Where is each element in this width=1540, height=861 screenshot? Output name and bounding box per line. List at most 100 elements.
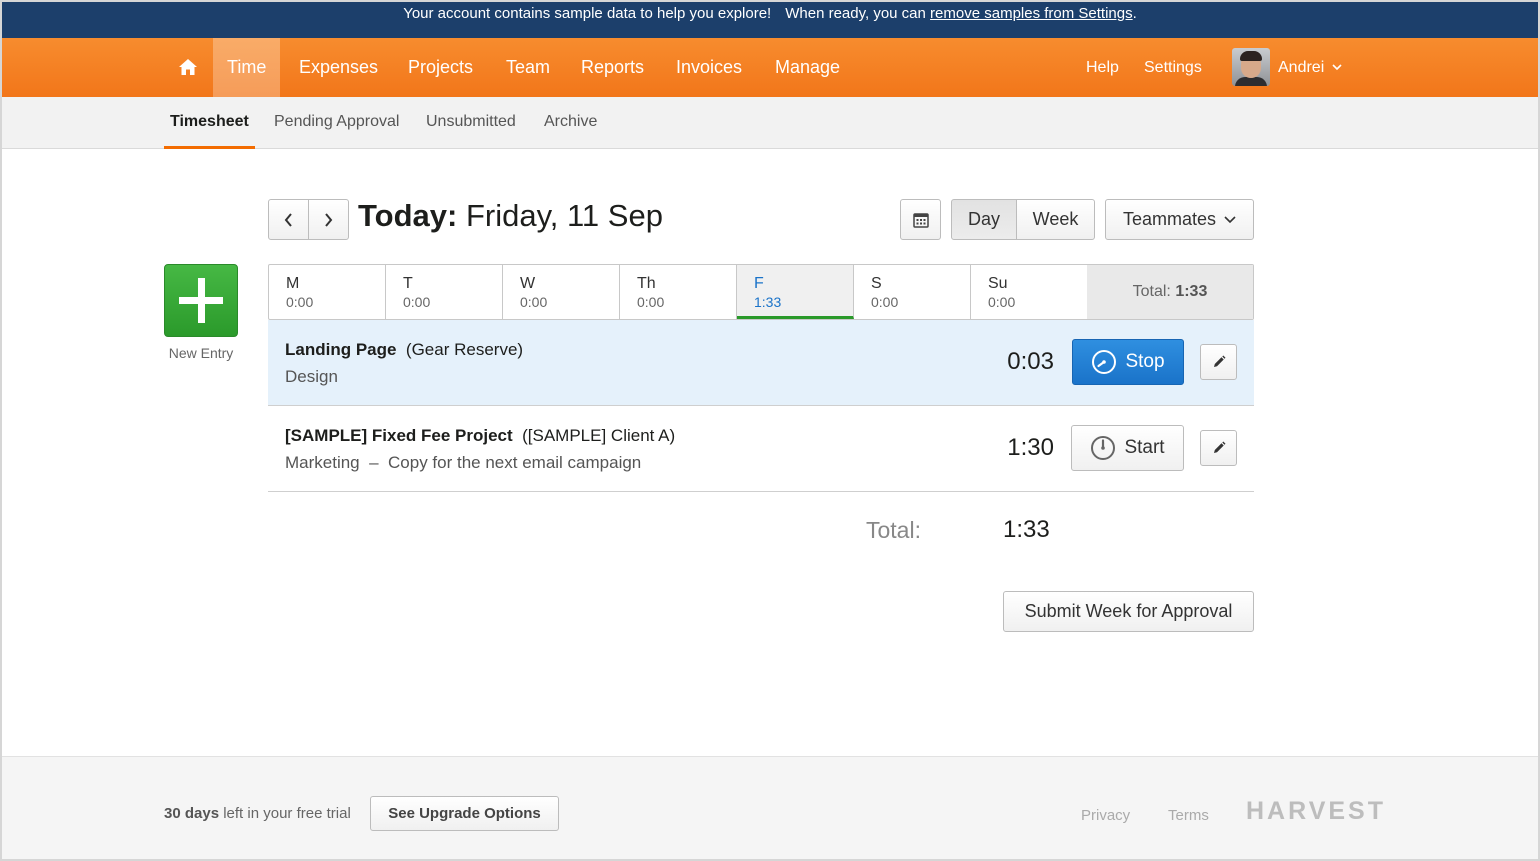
start-timer-button[interactable]: Start (1071, 425, 1184, 471)
page-title: Today: Friday, 11 Sep (358, 198, 663, 234)
view-week-button[interactable]: Week (1016, 199, 1095, 240)
day-total-label: Total: (866, 517, 921, 543)
submit-week-button[interactable]: Submit Week for Approval (1003, 591, 1254, 632)
user-menu[interactable]: Andrei (1278, 38, 1342, 97)
sample-data-banner: Your account contains sample data to hel… (2, 2, 1538, 38)
stop-timer-button[interactable]: Stop (1072, 339, 1184, 385)
nav-expenses[interactable]: Expenses (285, 38, 392, 97)
teammates-label: Teammates (1122, 209, 1217, 229)
task-separator: – (369, 453, 379, 472)
stop-label: Stop (1125, 351, 1165, 372)
next-day-button[interactable] (308, 199, 349, 240)
tab-unsubmitted[interactable]: Unsubmitted (426, 97, 516, 149)
day-name: T (403, 275, 413, 292)
week-bar: M 0:00 T 0:00 W 0:00 Th 0:00 F 1:33 S 0:… (268, 264, 1254, 320)
project-name: [SAMPLE] Fixed Fee Project (285, 426, 513, 445)
main-nav: Time Expenses Projects Team Reports Invo… (2, 38, 1538, 97)
day-time: 1:33 (754, 294, 782, 310)
pencil-icon (1213, 441, 1225, 453)
chevron-left-icon (284, 212, 292, 227)
nav-reports[interactable]: Reports (567, 38, 658, 97)
client-name: (Gear Reserve) (405, 340, 524, 359)
chevron-down-icon (1332, 64, 1342, 71)
previous-day-button[interactable] (268, 199, 309, 240)
terms-link[interactable]: Terms (1168, 807, 1209, 824)
nav-manage[interactable]: Manage (761, 38, 854, 97)
view-day-button[interactable]: Day (951, 199, 1017, 240)
day-sunday[interactable]: Su 0:00 (971, 265, 1088, 319)
timer-icon (1091, 436, 1116, 460)
week-total: Total: 1:33 (1087, 265, 1253, 319)
day-name: W (520, 275, 536, 292)
timer-running-icon (1092, 350, 1117, 374)
entry-task: Design (285, 367, 338, 386)
remove-samples-link[interactable]: remove samples from Settings (930, 5, 1133, 22)
user-name: Andrei (1278, 59, 1325, 76)
project-name: Landing Page (285, 340, 397, 359)
current-date: Friday, 11 Sep (465, 198, 663, 233)
day-time: 0:00 (988, 294, 1016, 310)
tab-timesheet[interactable]: Timesheet (164, 97, 255, 149)
day-thursday[interactable]: Th 0:00 (620, 265, 737, 319)
trial-notice: 30 days left in your free trial (164, 805, 351, 822)
day-time: 0:00 (286, 294, 314, 310)
sub-nav: Timesheet Pending Approval Unsubmitted A… (2, 97, 1538, 149)
edit-entry-button[interactable] (1200, 344, 1237, 380)
new-entry-label: New Entry (168, 345, 234, 361)
edit-entry-button[interactable] (1200, 430, 1237, 466)
day-name: Th (637, 275, 656, 292)
nav-invoices[interactable]: Invoices (662, 38, 756, 97)
trial-days: 30 days (164, 805, 220, 822)
day-saturday[interactable]: S 0:00 (854, 265, 971, 319)
today-label: Today: (358, 198, 458, 233)
client-name: ([SAMPLE] Client A) (522, 426, 676, 445)
day-name: M (286, 275, 300, 292)
nav-team[interactable]: Team (492, 38, 564, 97)
tab-archive[interactable]: Archive (544, 97, 597, 149)
day-time: 0:00 (637, 294, 665, 310)
chevron-right-icon (325, 212, 333, 227)
nav-settings[interactable]: Settings (1144, 38, 1202, 97)
calendar-icon (912, 212, 929, 228)
pencil-icon (1213, 355, 1225, 367)
week-total-value: 1:33 (1175, 283, 1208, 300)
upgrade-options-button[interactable]: See Upgrade Options (370, 796, 559, 831)
trial-text: left in your free trial (223, 805, 351, 822)
entry-notes: Copy for the next email campaign (388, 453, 642, 472)
entry-time: 1:30 (1007, 434, 1054, 461)
banner-message: Your account contains sample data to hel… (403, 5, 772, 22)
footer: 30 days left in your free trial See Upgr… (2, 756, 1538, 859)
day-time: 0:00 (520, 294, 548, 310)
nav-projects[interactable]: Projects (394, 38, 487, 97)
chevron-down-icon (1224, 215, 1236, 223)
tab-pending-approval[interactable]: Pending Approval (274, 97, 399, 149)
start-label: Start (1124, 437, 1165, 458)
time-entry-row: [SAMPLE] Fixed Fee Project ([SAMPLE] Cli… (268, 406, 1254, 492)
entry-time: 0:03 (1007, 348, 1054, 375)
nav-help[interactable]: Help (1086, 38, 1119, 97)
entry-project: Landing Page (Gear Reserve) (285, 340, 523, 360)
task-name: Marketing (285, 453, 360, 472)
harvest-logo: HARVEST (1246, 797, 1387, 825)
calendar-button[interactable] (900, 199, 941, 240)
avatar[interactable] (1232, 48, 1270, 86)
home-icon[interactable] (174, 54, 202, 80)
day-total-value: 1:33 (1003, 516, 1050, 543)
week-total-label: Total: (1132, 283, 1171, 300)
teammates-dropdown[interactable]: Teammates (1105, 199, 1254, 240)
day-name: S (871, 275, 882, 292)
banner-prefix: When ready, you can (785, 5, 926, 22)
nav-time[interactable]: Time (213, 38, 281, 97)
entry-project: [SAMPLE] Fixed Fee Project ([SAMPLE] Cli… (285, 426, 675, 446)
day-friday[interactable]: F 1:33 (737, 265, 854, 319)
day-time: 0:00 (871, 294, 899, 310)
privacy-link[interactable]: Privacy (1081, 807, 1130, 824)
day-name: Su (988, 275, 1008, 292)
day-time: 0:00 (403, 294, 431, 310)
day-wednesday[interactable]: W 0:00 (503, 265, 620, 319)
day-monday[interactable]: M 0:00 (269, 265, 386, 319)
new-entry-button[interactable] (164, 264, 238, 337)
time-entry-row: Landing Page (Gear Reserve) Design 0:03 … (268, 320, 1254, 406)
banner-suffix: . (1132, 5, 1137, 22)
day-tuesday[interactable]: T 0:00 (386, 265, 503, 319)
